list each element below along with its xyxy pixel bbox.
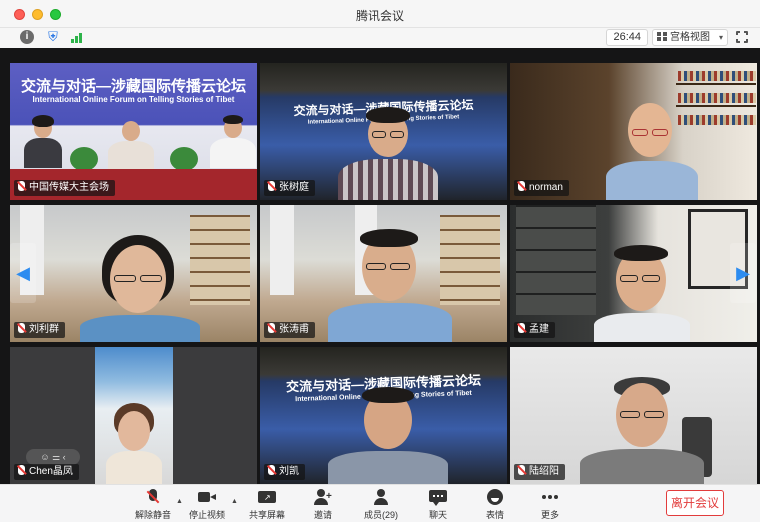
mic-muted-icon [518,323,525,333]
title-bar: 腾讯会议 [0,0,760,28]
more-icon [541,488,559,506]
video-grid: 交流与对话—涉藏国际传播云论坛 International Online For… [10,63,758,484]
view-mode-button[interactable]: 宫格视图 ▾ [652,29,728,46]
participant-nametag: 陆绍阳 [514,464,565,480]
mic-muted-icon [268,465,275,475]
participant-avatar [118,411,150,451]
mic-muted-icon [144,488,162,506]
participant-nametag: Chen晶凤 [14,464,79,480]
video-tile[interactable]: 交流与对话—涉藏国际传播云论坛 International Online For… [260,63,507,200]
video-tile[interactable]: norman [510,63,757,200]
invite-icon: + [314,488,332,506]
participant-nametag: 张涛甫 [264,322,315,338]
emoji-icon [486,488,504,506]
chevron-down-icon: ▾ [718,33,723,42]
bookshelf-decoration [440,215,500,305]
previous-page-button[interactable]: ◀ [10,243,36,303]
invite-button[interactable]: + 邀请 [298,488,348,521]
meeting-toolbar: i ⛨ 26:44 宫格视图 ▾ [0,28,760,48]
meeting-timer: 26:44 [606,29,648,46]
plant-decoration [70,147,98,171]
view-mode-label: 宫格视图 [670,32,710,43]
curtain-decoration [270,205,294,295]
video-options-caret[interactable]: ▲ [231,498,238,505]
bookshelf-decoration [190,215,250,305]
grid-view-icon [657,32,667,41]
signal-icon[interactable] [70,30,84,44]
more-button[interactable]: 更多 [525,488,575,521]
info-icon[interactable]: i [20,30,34,44]
mic-muted-icon [518,465,525,475]
participant-nametag: 孟建 [514,322,555,338]
chat-button[interactable]: 聊天 [413,488,463,521]
video-tile[interactable]: 陆绍阳 [510,347,757,484]
chat-icon [429,488,447,506]
reaction-toolbar[interactable]: ☺ ⚌ ‹ [26,449,80,465]
meeting-window: 腾讯会议 i ⛨ 26:44 宫格视图 ▾ 交流与对话—涉藏国际传播云论坛 In… [0,0,760,522]
video-stage: 交流与对话—涉藏国际传播云论坛 International Online For… [0,48,760,484]
mic-muted-icon [268,181,275,191]
slide-title-cn: 交流与对话—涉藏国际传播云论坛 [20,78,246,95]
participant-nametag: 张树庭 [264,180,315,196]
share-screen-icon: ↗ [258,488,276,506]
next-page-button[interactable]: ▶ [730,243,756,303]
emoji-button[interactable]: 表情 [470,488,520,521]
participant-nametag: 中国传媒大主会场 [14,180,115,196]
video-tile[interactable]: 张涛甫 [260,205,507,342]
mic-muted-icon [518,181,525,191]
video-tile[interactable]: ☺ ⚌ ‹ Chen晶凤 [10,347,257,484]
participant-nametag: norman [514,180,569,196]
window-title: 腾讯会议 [355,9,404,23]
stop-video-button[interactable]: 停止视频 [182,488,232,521]
share-screen-button[interactable]: ↗ 共享屏幕 [242,488,292,521]
video-tile[interactable]: ◀ 刘利群 [10,205,257,342]
slide-title-en: International Online Forum on Telling St… [32,95,235,104]
members-button[interactable]: 成员(29) [356,488,406,521]
participant-nametag: 刘利群 [14,322,65,338]
video-tile[interactable]: 交流与对话—涉藏国际传播云论坛 International Online For… [260,347,507,484]
fullscreen-icon[interactable] [735,30,749,44]
unmute-button[interactable]: 解除静音 [128,488,178,521]
bookshelf-decoration [516,205,596,315]
control-bar: 解除静音 ▲ 停止视频 ▲ ↗ 共享屏幕 + 邀请 成员(29) 聊天 表情 更… [0,484,760,522]
participant-nametag: 刘凯 [264,464,305,480]
mic-muted-icon [18,323,25,333]
leave-meeting-button[interactable]: 离开会议 [666,490,724,516]
mic-muted-icon [268,323,275,333]
camera-icon [198,488,216,506]
shield-icon[interactable]: ⛨ [46,30,60,44]
mic-muted-icon [18,465,25,475]
mic-muted-icon [18,181,25,191]
video-tile[interactable]: 交流与对话—涉藏国际传播云论坛 International Online For… [10,63,257,200]
members-icon [372,488,390,506]
video-tile[interactable]: ▶ 孟建 [510,205,757,342]
